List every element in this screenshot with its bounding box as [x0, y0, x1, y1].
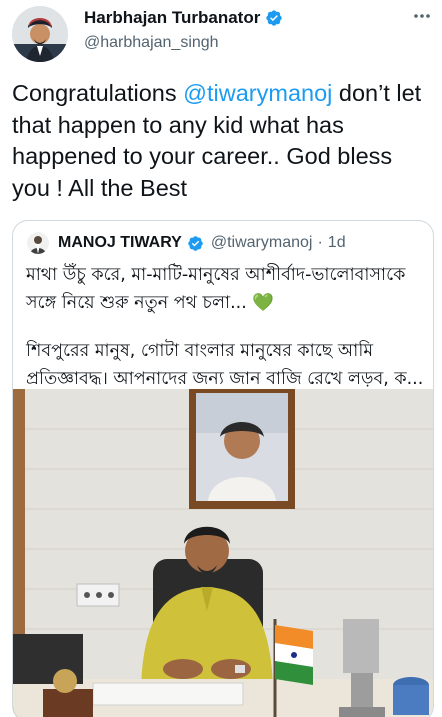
- quoted-tweet-card[interactable]: MANOJ TIWARY @tiwarymanoj · 1d মাথা উঁচু…: [12, 220, 434, 717]
- quoted-avatar-icon: [27, 232, 49, 254]
- quoted-author-avatar[interactable]: [27, 232, 49, 254]
- quoted-verified-badge-icon: [187, 235, 204, 252]
- author-handle[interactable]: @harbhajan_singh: [84, 34, 219, 52]
- mention-link[interactable]: @tiwarymanoj: [183, 80, 332, 106]
- verified-badge-icon: [265, 9, 283, 27]
- quoted-handle[interactable]: @tiwarymanoj: [211, 234, 313, 252]
- author-avatar[interactable]: [12, 6, 68, 62]
- office-photo-icon: [13, 389, 433, 717]
- quoted-paragraph-2: শিবপুরের মানুষ, গোটা বাংলার মানুষের কাছে…: [26, 341, 424, 389]
- quoted-separator: ·: [317, 234, 323, 251]
- tweet-text: Congratulations @tiwarymanoj don’t let t…: [12, 78, 434, 204]
- quoted-paragraph-1: মাথা উঁচু করে, মা-মাটি-মানুষের আশীর্বাদ-…: [26, 261, 426, 317]
- tweet-text-before: Congratulations: [12, 80, 184, 106]
- quoted-tweet-text: মাথা উঁচু করে, মা-মাটি-মানুষের আশীর্বাদ-…: [26, 261, 426, 393]
- author-name-row[interactable]: Harbhajan Turbanator: [84, 8, 283, 28]
- tweet[interactable]: Harbhajan Turbanator @harbhajan_singh Co…: [0, 0, 442, 717]
- quoted-para1-text: মাথা উঁচু করে, মা-মাটি-মানুষের আশীর্বাদ-…: [26, 265, 406, 313]
- quoted-tweet-header: MANOJ TIWARY @tiwarymanoj · 1d: [27, 232, 346, 254]
- green-heart-emoji: 💚: [252, 293, 275, 313]
- quoted-display-name[interactable]: MANOJ TIWARY: [58, 234, 182, 252]
- author-display-name[interactable]: Harbhajan Turbanator: [84, 8, 260, 28]
- quoted-timestamp[interactable]: 1d: [328, 234, 346, 252]
- avatar-photo-icon: [12, 6, 68, 62]
- more-options-icon[interactable]: [410, 4, 434, 28]
- quoted-tweet-photo[interactable]: [13, 389, 433, 717]
